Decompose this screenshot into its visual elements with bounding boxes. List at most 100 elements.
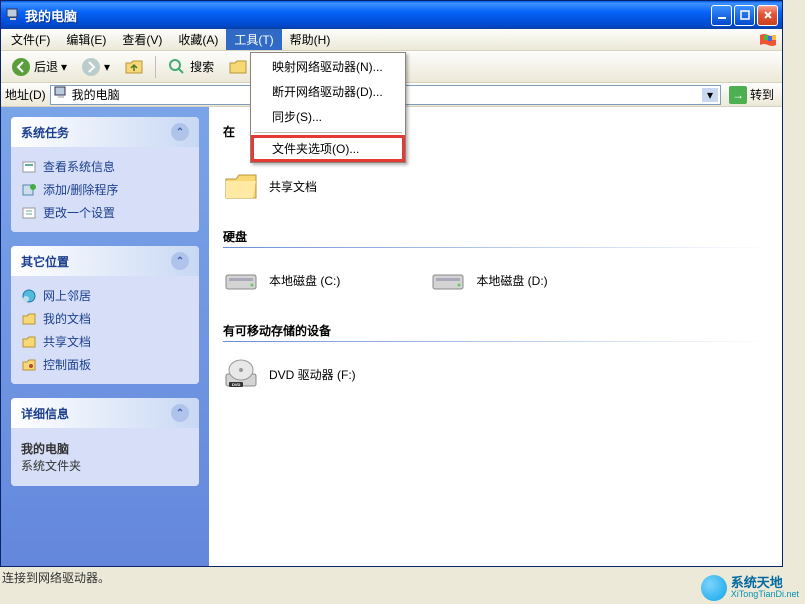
search-button[interactable]: 搜索 [161,55,220,79]
dropdown-arrow-icon[interactable]: ▾ [702,88,718,102]
row-shared: 共享文档 [223,168,768,204]
menu-help[interactable]: 帮助(H) [282,29,339,50]
dropdown-arrow-icon: ▾ [61,60,67,74]
item-label: 本地磁盘 (D:) [476,272,547,289]
menu-sync[interactable]: 同步(S)... [252,104,404,129]
network-icon [21,288,37,304]
info-icon [21,159,37,175]
tools-dropdown: 映射网络驱动器(N)... 断开网络驱动器(D)... 同步(S)... 文件夹… [250,52,406,163]
link-label: 我的文档 [43,310,91,327]
forward-icon [81,57,101,77]
panel-header[interactable]: 详细信息 ⌃ [11,398,199,428]
watermark-text: 系统天地 XiTongTianDi.net [731,576,799,600]
settings-icon [21,205,37,221]
close-button[interactable] [757,5,778,26]
menu-folder-options[interactable]: 文件夹选项(O)... [252,136,404,161]
link-label: 网上邻居 [43,287,91,304]
details-title: 我的电脑 [21,442,69,456]
computer-icon [5,7,21,23]
drive-icon [223,262,259,298]
maximize-button[interactable] [734,5,755,26]
address-label: 地址(D) [5,86,46,103]
item-disk-d[interactable]: 本地磁盘 (D:) [430,262,547,298]
folders-icon [228,57,248,77]
item-label: DVD 驱动器 (F:) [269,366,356,383]
forward-button[interactable]: ▾ [75,55,116,79]
link-add-remove[interactable]: 添加/删除程序 [21,178,189,201]
menu-view[interactable]: 查看(V) [114,29,170,50]
panel-other-places: 其它位置 ⌃ 网上邻居 我的文档 [11,246,199,384]
details-sub: 系统文件夹 [21,459,81,473]
link-system-info[interactable]: 查看系统信息 [21,155,189,178]
programs-icon [21,182,37,198]
globe-icon [701,575,727,601]
panel-body: 我的电脑 系统文件夹 [11,428,199,486]
up-button[interactable] [118,55,150,79]
svg-text:DVD: DVD [232,382,241,387]
watermark-name: 系统天地 [731,575,783,590]
link-label: 共享文档 [43,333,91,350]
item-dvd-drive[interactable]: DVD DVD 驱动器 (F:) [223,356,356,392]
panel-header[interactable]: 其它位置 ⌃ [11,246,199,276]
item-label: 共享文档 [269,178,317,195]
window: 我的电脑 文件(F) 编辑(E) 查看(V) 收藏(A) 工具(T) 帮助(H) [0,0,783,567]
chevron-up-icon[interactable]: ⌃ [171,252,189,270]
computer-icon [53,85,69,104]
search-icon [167,57,187,77]
watermark-url: XiTongTianDi.net [731,590,799,600]
menu-favorites[interactable]: 收藏(A) [170,29,226,50]
menu-edit[interactable]: 编辑(E) [58,29,114,50]
link-change-setting[interactable]: 更改一个设置 [21,201,189,224]
panel-body: 查看系统信息 添加/删除程序 更改一个设置 [11,147,199,232]
link-label: 控制面板 [43,356,91,373]
folder-icon [223,168,259,204]
menu-map-drive[interactable]: 映射网络驱动器(N)... [252,54,404,79]
panel-title: 系统任务 [21,124,69,141]
folder-icon [21,334,37,350]
documents-icon [21,311,37,327]
status-text: 连接到网络驱动器。 [2,569,110,586]
panel-title: 详细信息 [21,405,69,422]
link-control-panel[interactable]: 控制面板 [21,353,189,376]
search-label: 搜索 [190,58,214,75]
chevron-up-icon[interactable]: ⌃ [171,123,189,141]
panel-title: 其它位置 [21,253,69,270]
back-label: 后退 [34,58,58,75]
watermark: 系统天地 XiTongTianDi.net [701,575,799,601]
panel-system-tasks: 系统任务 ⌃ 查看系统信息 添加/删除程序 [11,117,199,232]
section-disks: 硬盘 [223,228,768,245]
minimize-button[interactable] [711,5,732,26]
row-removable: DVD DVD 驱动器 (F:) [223,356,768,392]
chevron-up-icon[interactable]: ⌃ [171,404,189,422]
menu-tools[interactable]: 工具(T) [226,29,281,50]
dropdown-arrow-icon: ▾ [104,60,110,74]
link-label: 添加/删除程序 [43,181,118,198]
drive-icon [430,262,466,298]
windows-logo-icon [756,31,780,49]
menu-file[interactable]: 文件(F) [3,29,58,50]
back-button[interactable]: 后退 ▾ [5,55,73,79]
menu-separator [254,132,402,133]
link-label: 查看系统信息 [43,158,115,175]
sidebar: 系统任务 ⌃ 查看系统信息 添加/删除程序 [1,107,209,566]
details-text: 我的电脑 系统文件夹 [21,436,189,478]
panel-header[interactable]: 系统任务 ⌃ [11,117,199,147]
address-value: 我的电脑 [72,86,120,103]
folder-up-icon [124,57,144,77]
control-icon [21,357,37,373]
link-my-documents[interactable]: 我的文档 [21,307,189,330]
go-label: 转到 [750,86,774,103]
titlebar: 我的电脑 [1,1,782,29]
section-divider [223,341,768,342]
item-shared-docs[interactable]: 共享文档 [223,168,317,204]
menu-disconnect-drive[interactable]: 断开网络驱动器(D)... [252,79,404,104]
item-disk-c[interactable]: 本地磁盘 (C:) [223,262,340,298]
link-shared-docs[interactable]: 共享文档 [21,330,189,353]
link-network-places[interactable]: 网上邻居 [21,284,189,307]
panel-body: 网上邻居 我的文档 共享文档 [11,276,199,384]
toolbar-separator [155,56,156,78]
section-divider [223,247,768,248]
go-button[interactable]: → 转到 [725,86,778,104]
item-label: 本地磁盘 (C:) [269,272,340,289]
content: 在 共享文档 硬盘 本地磁盘 (C:) [209,107,782,566]
